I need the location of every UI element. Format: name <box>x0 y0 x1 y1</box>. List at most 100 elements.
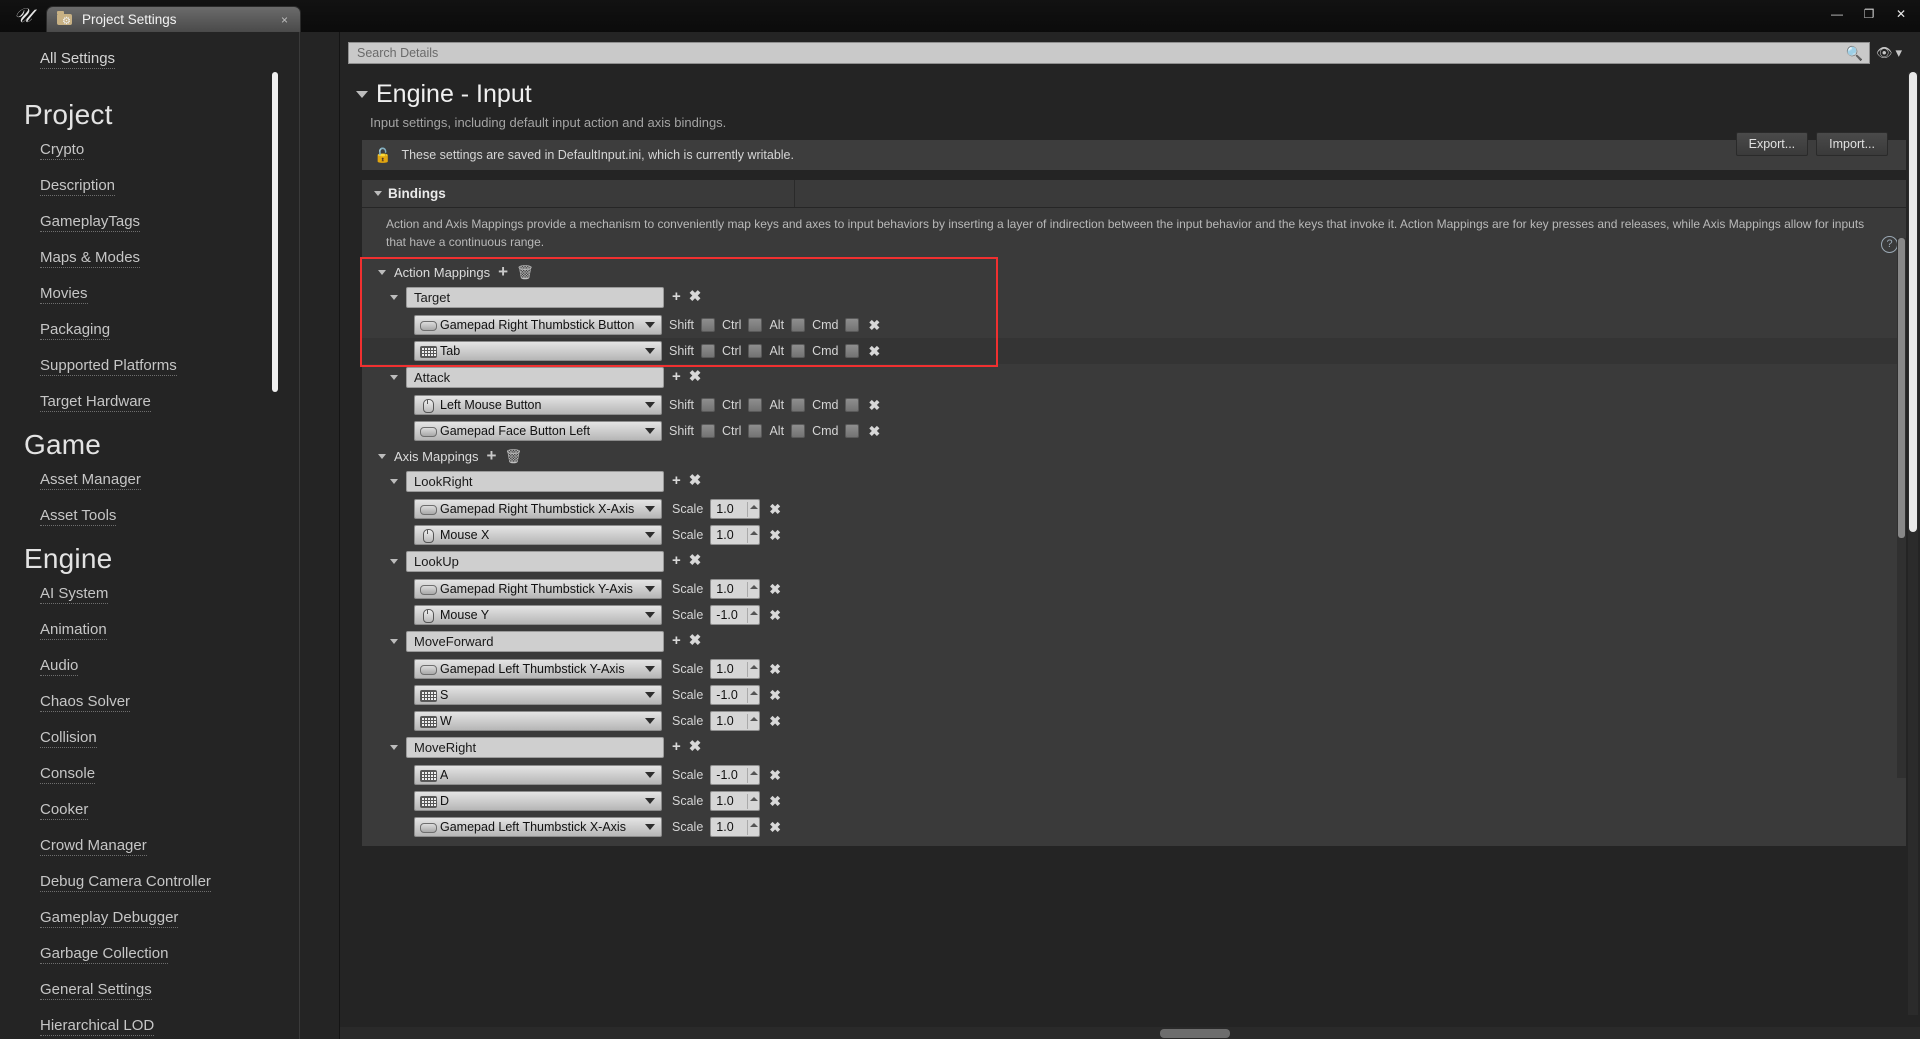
tab-project-settings[interactable]: ⚙ Project Settings × <box>46 6 301 32</box>
stepper-icon[interactable] <box>747 820 759 835</box>
scale-input[interactable]: -1.0 <box>710 765 761 785</box>
remove-key-icon[interactable]: ✖ <box>868 397 880 414</box>
remove-mapping-icon[interactable]: ✖ <box>689 369 702 384</box>
stepper-icon[interactable] <box>747 714 759 729</box>
modifier-checkbox-shift[interactable] <box>701 344 716 358</box>
sidebar-item-supported-platforms[interactable]: Supported Platforms <box>40 357 177 376</box>
remove-key-icon[interactable]: ✖ <box>868 343 880 360</box>
key-select[interactable]: Gamepad Right Thumbstick X-Axis <box>414 499 662 519</box>
horizontal-scroll-thumb[interactable] <box>1160 1029 1230 1038</box>
sidebar-item-chaos-solver[interactable]: Chaos Solver <box>40 693 131 712</box>
scale-input[interactable]: 1.0 <box>710 525 761 545</box>
search-input[interactable]: Search Details 🔍 <box>348 42 1870 64</box>
scale-input[interactable]: 1.0 <box>710 659 761 679</box>
sidebar-item-crowd-manager[interactable]: Crowd Manager <box>40 837 147 856</box>
sidebar-item-garbage-collection[interactable]: Garbage Collection <box>40 945 169 964</box>
key-select[interactable]: S <box>414 685 662 705</box>
delete-all-icon[interactable]: 🗑 <box>516 264 534 281</box>
mapping-collapse-icon[interactable] <box>390 744 398 750</box>
remove-key-icon[interactable]: ✖ <box>868 317 880 334</box>
modifier-checkbox-shift[interactable] <box>701 398 716 412</box>
key-select[interactable]: Mouse X <box>414 525 662 545</box>
mapping-collapse-icon[interactable] <box>390 294 398 300</box>
sidebar-item-console[interactable]: Console <box>40 765 96 784</box>
add-key-icon[interactable]: + <box>672 633 681 648</box>
stepper-icon[interactable] <box>747 528 759 543</box>
remove-key-icon[interactable]: ✖ <box>769 607 781 624</box>
key-select[interactable]: Gamepad Face Button Left <box>414 421 662 441</box>
remove-key-icon[interactable]: ✖ <box>769 581 781 598</box>
mapping-collapse-icon[interactable] <box>390 478 398 484</box>
remove-mapping-icon[interactable]: ✖ <box>689 739 702 754</box>
key-select[interactable]: Mouse Y <box>414 605 662 625</box>
close-button[interactable]: ✕ <box>1886 1 1916 27</box>
export-button[interactable]: Export... <box>1735 132 1809 156</box>
remove-key-icon[interactable]: ✖ <box>769 661 781 678</box>
key-select[interactable]: W <box>414 711 662 731</box>
key-select[interactable]: Tab <box>414 341 662 361</box>
maximize-button[interactable]: ❐ <box>1854 1 1884 27</box>
sidebar-scrollbar[interactable] <box>272 72 278 392</box>
key-select[interactable]: Gamepad Right Thumbstick Y-Axis <box>414 579 662 599</box>
modifier-checkbox-cmd[interactable] <box>845 344 860 358</box>
modifier-checkbox-cmd[interactable] <box>845 398 860 412</box>
modifier-checkbox-alt[interactable] <box>791 344 806 358</box>
sidebar-item-packaging[interactable]: Packaging <box>40 321 111 340</box>
delete-all-icon[interactable]: 🗑 <box>504 448 522 465</box>
stepper-icon[interactable] <box>747 582 759 597</box>
bindings-header[interactable]: Bindings <box>362 180 1906 208</box>
sidebar-item-cooker[interactable]: Cooker <box>40 801 89 820</box>
scale-input[interactable]: 1.0 <box>710 817 761 837</box>
sidebar-item-animation[interactable]: Animation <box>40 621 107 640</box>
remove-key-icon[interactable]: ✖ <box>868 423 880 440</box>
modifier-checkbox-shift[interactable] <box>701 424 716 438</box>
details-outer-scroll-thumb[interactable] <box>1909 72 1917 532</box>
mapping-name-input[interactable]: MoveRight <box>406 736 664 758</box>
stepper-icon[interactable] <box>747 502 759 517</box>
add-mapping-icon[interactable]: + <box>487 447 497 464</box>
scale-input[interactable]: 1.0 <box>710 579 761 599</box>
remove-key-icon[interactable]: ✖ <box>769 793 781 810</box>
scale-input[interactable]: -1.0 <box>710 605 761 625</box>
sidebar-item-all-settings[interactable]: All Settings <box>40 50 116 69</box>
mapping-collapse-icon[interactable] <box>390 558 398 564</box>
modifier-checkbox-alt[interactable] <box>791 424 806 438</box>
sidebar-item-collision[interactable]: Collision <box>40 729 97 748</box>
mapping-name-input[interactable]: LookUp <box>406 550 664 572</box>
sidebar-item-maps-modes[interactable]: Maps & Modes <box>40 249 141 268</box>
sidebar-item-description[interactable]: Description <box>40 177 116 196</box>
add-key-icon[interactable]: + <box>672 739 681 754</box>
sidebar-item-movies[interactable]: Movies <box>40 285 88 304</box>
details-outer-scrollbar[interactable] <box>1908 72 1918 1015</box>
modifier-checkbox-cmd[interactable] <box>845 318 860 332</box>
remove-mapping-icon[interactable]: ✖ <box>689 553 702 568</box>
modifier-checkbox-ctrl[interactable] <box>748 398 763 412</box>
remove-key-icon[interactable]: ✖ <box>769 527 781 544</box>
remove-key-icon[interactable]: ✖ <box>769 767 781 784</box>
mapping-name-input[interactable]: MoveForward <box>406 630 664 652</box>
mapping-collapse-icon[interactable] <box>390 638 398 644</box>
modifier-checkbox-cmd[interactable] <box>845 424 860 438</box>
view-options-button[interactable]: 👁 ▾ <box>1876 45 1906 61</box>
collapse-triangle-icon[interactable] <box>356 91 368 98</box>
remove-key-icon[interactable]: ✖ <box>769 687 781 704</box>
key-select[interactable]: D <box>414 791 662 811</box>
stepper-icon[interactable] <box>747 688 759 703</box>
modifier-checkbox-alt[interactable] <box>791 318 806 332</box>
key-select[interactable]: A <box>414 765 662 785</box>
key-select[interactable]: Gamepad Left Thumbstick X-Axis <box>414 817 662 837</box>
sidebar-item-target-hardware[interactable]: Target Hardware <box>40 393 151 412</box>
search-icon[interactable]: 🔍 <box>1846 45 1863 62</box>
modifier-checkbox-ctrl[interactable] <box>748 318 763 332</box>
remove-key-icon[interactable]: ✖ <box>769 819 781 836</box>
key-select[interactable]: Gamepad Left Thumbstick Y-Axis <box>414 659 662 679</box>
sidebar-item-gameplay-debugger[interactable]: Gameplay Debugger <box>40 909 179 928</box>
add-key-icon[interactable]: + <box>672 553 681 568</box>
add-key-icon[interactable]: + <box>672 289 681 304</box>
stepper-icon[interactable] <box>747 608 759 623</box>
modifier-checkbox-ctrl[interactable] <box>748 344 763 358</box>
key-select[interactable]: Left Mouse Button <box>414 395 662 415</box>
mapping-name-input[interactable]: LookRight <box>406 470 664 492</box>
add-mapping-icon[interactable]: + <box>498 263 508 280</box>
sidebar-item-general-settings[interactable]: General Settings <box>40 981 152 1000</box>
